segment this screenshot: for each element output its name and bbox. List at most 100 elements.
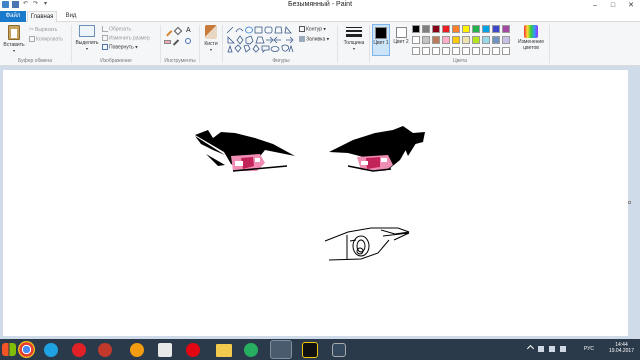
palette-swatch[interactable] (412, 36, 420, 44)
paste-button[interactable]: Вставить ▾ (3, 25, 25, 55)
yandex-browser-icon[interactable] (158, 343, 172, 357)
star-icon[interactable] (302, 342, 318, 358)
close-button[interactable]: ✕ (622, 0, 640, 11)
resize-button[interactable]: Изменить размер (102, 35, 150, 41)
brush-icon (205, 25, 217, 39)
opera-icon[interactable] (72, 343, 86, 357)
edit-colors-icon (524, 25, 538, 38)
chrome-icon[interactable] (18, 341, 35, 358)
palette-swatch[interactable] (412, 25, 420, 33)
color2-swatch (395, 27, 407, 38)
scissors-icon: ✂ (29, 27, 35, 33)
crop-icon (102, 26, 108, 32)
maximize-button[interactable]: □ (604, 0, 622, 11)
palette-swatch-empty[interactable] (502, 47, 510, 55)
palette-swatch[interactable] (482, 36, 490, 44)
clock[interactable]: 14:44 19.04.2017 (609, 342, 634, 354)
language-indicator[interactable]: РУС (584, 346, 594, 352)
palette-swatch[interactable] (502, 36, 510, 44)
pencil-icon[interactable] (162, 26, 173, 37)
palette-swatch[interactable] (422, 36, 430, 44)
outline-icon (299, 26, 305, 32)
color1-button[interactable]: Цвет 1 (372, 24, 390, 56)
tab-home[interactable]: Главная (27, 11, 57, 22)
palette-swatch[interactable] (462, 25, 470, 33)
ie-icon[interactable] (44, 343, 58, 357)
yandex-y-icon[interactable] (186, 343, 200, 357)
title-bar: ↶ ↷ ▾ Безымянный - Paint – □ ✕ (0, 0, 640, 11)
palette-swatch[interactable] (472, 25, 480, 33)
yandex-icon[interactable] (130, 343, 144, 357)
size-button[interactable]: Толщина ▾ (341, 25, 367, 51)
copy-button[interactable]: Копировать (29, 36, 63, 42)
crop-button[interactable]: Обрезать (102, 26, 131, 32)
select-icon (79, 25, 95, 37)
palette-swatch[interactable] (462, 36, 470, 44)
palette-swatch[interactable] (432, 36, 440, 44)
select-button[interactable]: Выделить ▾ (74, 25, 100, 51)
resize-handle-right[interactable] (628, 201, 631, 204)
window-title: Безымянный - Paint (287, 1, 353, 8)
color-picker-icon[interactable] (172, 39, 180, 46)
palette-swatch-empty[interactable] (462, 47, 470, 55)
app-icon-2[interactable] (332, 343, 346, 357)
tray-up-icon[interactable] (526, 344, 535, 353)
copy-icon (29, 36, 35, 42)
color2-button[interactable]: Цвет 2 (393, 24, 409, 56)
palette-swatch-empty[interactable] (492, 47, 500, 55)
outline-dropdown[interactable]: Контур ▾ (299, 26, 326, 32)
color1-swatch (375, 27, 387, 39)
windows-start-button[interactable] (2, 343, 16, 356)
palette-swatch[interactable] (442, 25, 450, 33)
paint-icon[interactable] (270, 340, 292, 359)
fill-icon[interactable] (173, 26, 183, 36)
palette-swatch[interactable] (482, 25, 490, 33)
explorer-icon[interactable] (216, 344, 232, 357)
network-icon[interactable] (538, 346, 544, 352)
system-tray (526, 344, 566, 353)
palette-swatch[interactable] (492, 25, 500, 33)
ribbon: Вставить ▾ ✂Вырезать Копировать Буфер об… (0, 22, 640, 66)
magnifier-icon[interactable] (185, 38, 191, 44)
palette-swatch-empty[interactable] (432, 47, 440, 55)
ribbon-tabs: Файл Главная Вид (0, 11, 640, 22)
app-icon[interactable] (98, 343, 112, 357)
palette-swatch-empty[interactable] (412, 47, 420, 55)
palette-swatch[interactable] (452, 36, 460, 44)
edit-colors-button[interactable]: Изменение цветов (516, 25, 546, 51)
rotate-button[interactable]: Повернуть ▾ (102, 44, 138, 50)
paste-icon (8, 25, 20, 40)
palette-swatch-empty[interactable] (482, 47, 490, 55)
tab-file[interactable]: Файл (0, 11, 26, 22)
palette-swatch-empty[interactable] (422, 47, 430, 55)
palette-swatch-empty[interactable] (452, 47, 460, 55)
app-green-icon[interactable] (244, 343, 258, 357)
palette-swatch[interactable] (432, 25, 440, 33)
palette-swatch[interactable] (502, 25, 510, 33)
clipboard-group-label: Буфер обмена (18, 58, 52, 64)
eraser-icon[interactable] (164, 40, 171, 44)
minimize-button[interactable]: – (586, 0, 604, 11)
workspace (0, 67, 640, 339)
palette-swatch[interactable] (452, 25, 460, 33)
palette-swatch-empty[interactable] (442, 47, 450, 55)
colors-group-label: Цвета (453, 58, 467, 64)
brushes-button[interactable]: Кисти ▾ (201, 25, 221, 52)
left-eye-drawing (195, 130, 295, 172)
cut-button[interactable]: ✂Вырезать (29, 26, 57, 33)
volume-icon[interactable] (549, 346, 555, 352)
palette-swatch-empty[interactable] (472, 47, 480, 55)
palette-swatch[interactable] (472, 36, 480, 44)
tab-view[interactable]: Вид (60, 11, 82, 22)
image-group-label: Изображение (100, 58, 132, 64)
shapes-group-label: Фигуры (272, 58, 290, 64)
drawing-canvas[interactable] (3, 70, 628, 336)
text-icon[interactable]: A (186, 27, 191, 34)
palette-swatch[interactable] (492, 36, 500, 44)
shapes-gallery[interactable] (226, 26, 296, 54)
palette-swatch[interactable] (422, 25, 430, 33)
fill-dropdown[interactable]: Заливка ▾ (299, 36, 329, 42)
palette-swatch[interactable] (442, 36, 450, 44)
battery-icon[interactable] (560, 346, 566, 352)
tools-group: A (162, 26, 194, 52)
